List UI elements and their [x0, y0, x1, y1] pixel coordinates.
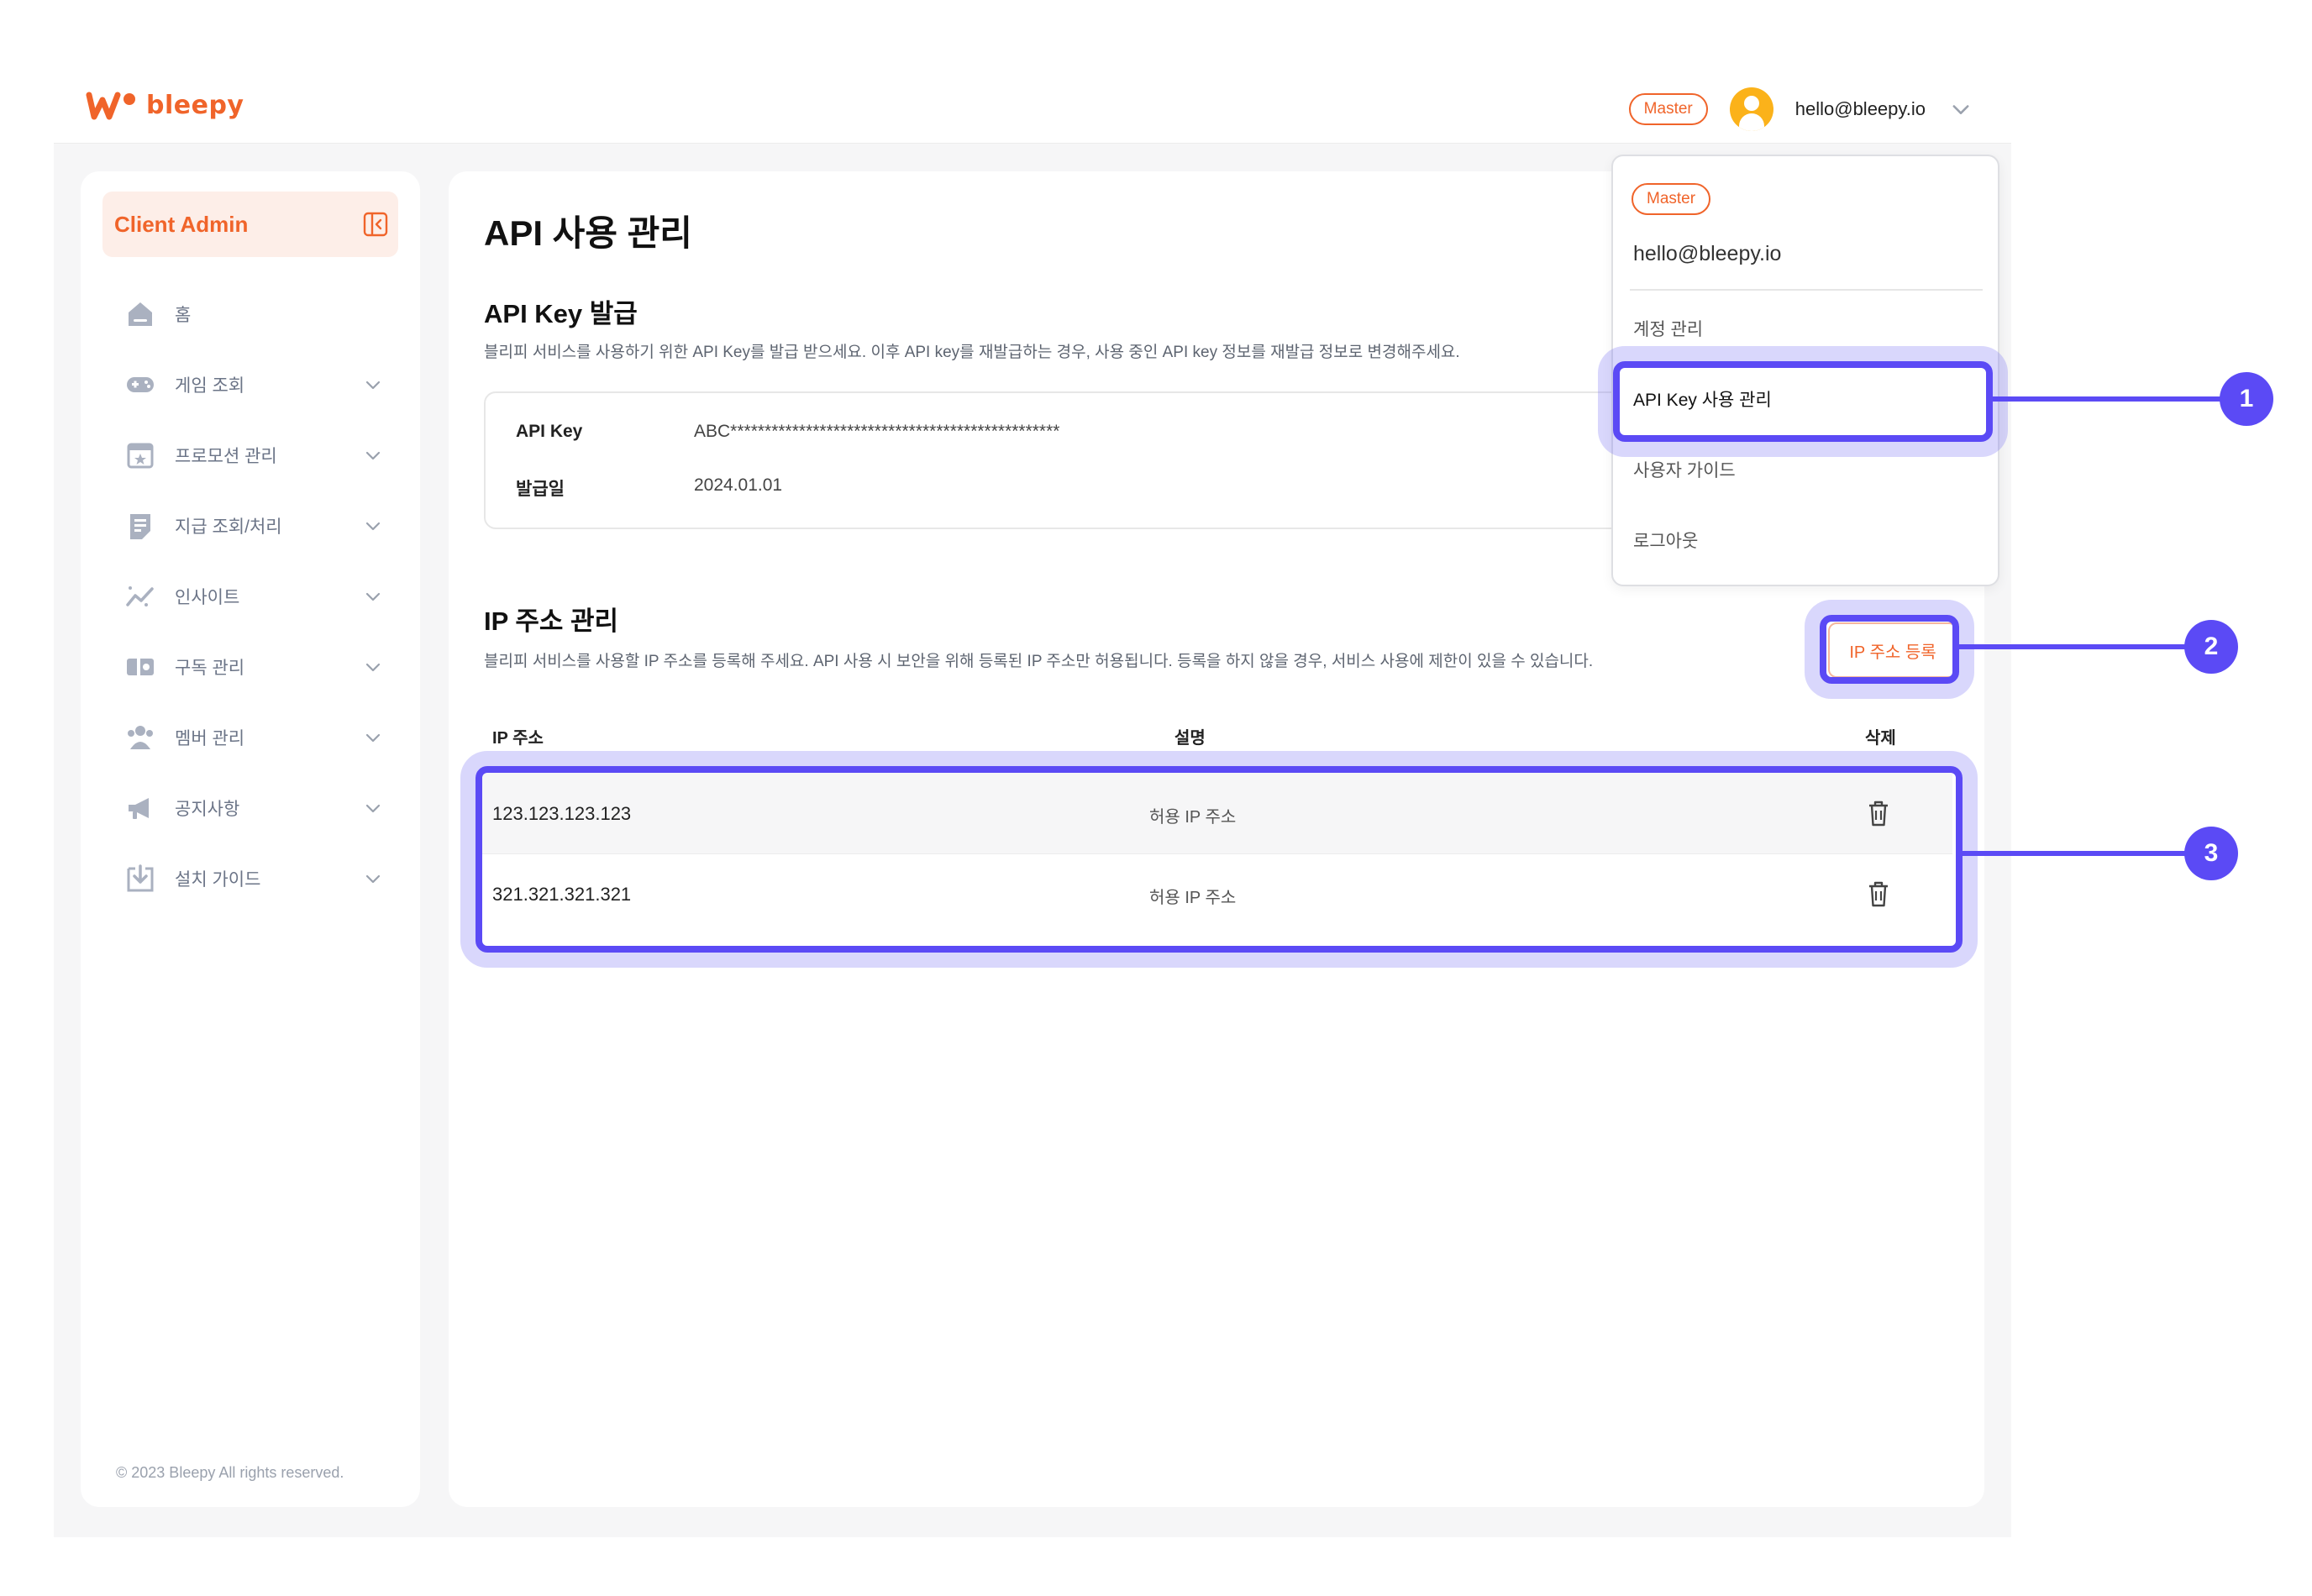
account-email[interactable]: hello@bleepy.io — [1795, 98, 1926, 120]
api-key-label: API Key — [516, 422, 583, 441]
sidebar-item-subscriptions[interactable]: 구독 관리 — [124, 632, 393, 702]
bleepy-logo[interactable]: bleepy — [86, 91, 244, 120]
column-header-ip: IP 주소 — [492, 729, 544, 748]
install-download-icon — [124, 863, 156, 895]
dropdown-role-badge: Master — [1632, 183, 1711, 215]
callout-badge-3: 3 — [2184, 827, 2238, 880]
promotion-calendar-icon — [124, 439, 156, 471]
role-badge: Master — [1628, 93, 1708, 125]
api-key-section-description: 블리피 서비스를 사용하기 위한 API Key를 발급 받으세요. 이후 AP… — [484, 344, 1460, 361]
sidebar-item-label: 구독 관리 — [175, 659, 245, 678]
home-icon — [124, 298, 156, 330]
client-admin-header: Client Admin — [102, 192, 398, 257]
sidebar-item-label: 프로모션 관리 — [175, 447, 277, 466]
sidebar-item-insights[interactable]: 인사이트 — [124, 561, 393, 632]
insight-chart-icon — [124, 580, 156, 612]
sidebar-item-install-guide[interactable]: 설치 가이드 — [124, 843, 393, 914]
menu-item-logout[interactable]: 로그아웃 — [1633, 528, 1698, 553]
sidebar-nav: 홈 게임 조회 프로모션 관리 지급 조회/처리 인사이트 구독 관리 멤버 관… — [124, 279, 393, 914]
highlight-ip-table — [476, 766, 1963, 953]
gamepad-icon — [124, 369, 156, 401]
logo-wordmark: bleepy — [146, 91, 244, 120]
sidebar-item-promotions[interactable]: 프로모션 관리 — [124, 420, 393, 491]
sidebar-item-games[interactable]: 게임 조회 — [124, 349, 393, 420]
api-key-section-title: API Key 발급 — [484, 299, 638, 328]
chevron-down-icon[interactable] — [363, 727, 383, 748]
chevron-down-icon[interactable] — [363, 375, 383, 395]
ip-section-title: IP 주소 관리 — [484, 606, 619, 636]
chevron-down-icon[interactable] — [363, 869, 383, 889]
page-title: API 사용 관리 — [484, 213, 692, 253]
chevron-down-icon[interactable] — [363, 445, 383, 465]
client-admin-title: Client Admin — [114, 212, 249, 237]
issue-date-label: 발급일 — [516, 480, 565, 499]
api-key-value: ABC*************************************… — [694, 422, 1060, 441]
sidebar-item-label: 게임 조회 — [175, 376, 245, 396]
megaphone-icon — [124, 792, 156, 824]
chevron-down-icon[interactable] — [363, 516, 383, 536]
sidebar-item-home[interactable]: 홈 — [124, 279, 393, 349]
sidebar-item-members[interactable]: 멤버 관리 — [124, 702, 393, 773]
callout-line-3 — [1963, 851, 2188, 856]
ip-section-description: 블리피 서비스를 사용할 IP 주소를 등록해 주세요. API 사용 시 보안… — [484, 653, 1594, 670]
account-area: Master hello@bleepy.io — [1628, 87, 1973, 131]
sidebar-item-label: 설치 가이드 — [175, 870, 261, 890]
highlight-api-key-menu-item — [1613, 361, 1993, 442]
column-header-description: 설명 — [1174, 729, 1206, 748]
dropdown-email: hello@bleepy.io — [1633, 242, 1782, 265]
avatar[interactable] — [1729, 87, 1773, 131]
callout-badge-1: 1 — [2220, 372, 2273, 426]
chevron-down-icon[interactable] — [363, 798, 383, 818]
sidebar-item-label: 홈 — [175, 306, 192, 325]
sidebar-item-label: 지급 조회/처리 — [175, 517, 282, 537]
menu-item-account-settings[interactable]: 계정 관리 — [1633, 316, 1703, 341]
highlight-ip-register-button — [1820, 615, 1959, 684]
sidebar-collapse-icon[interactable] — [363, 212, 388, 237]
sidebar-item-payouts[interactable]: 지급 조회/처리 — [124, 491, 393, 561]
top-bar: bleepy Master hello@bleepy.io — [54, 69, 2011, 144]
copyright-text: © 2023 Bleepy All rights reserved. — [116, 1464, 344, 1481]
sidebar-item-label: 공지사항 — [175, 800, 240, 819]
api-key-info-box: API Key ABC*****************************… — [484, 391, 1697, 529]
callout-line-1 — [1993, 396, 2223, 402]
callout-badge-2: 2 — [2184, 620, 2238, 674]
callout-line-2 — [1959, 644, 2188, 649]
sidebar-item-label: 멤버 관리 — [175, 729, 245, 748]
issue-date-value: 2024.01.01 — [694, 475, 783, 495]
dropdown-divider — [1630, 289, 1983, 291]
column-header-delete: 삭제 — [1865, 729, 1896, 748]
chevron-down-icon[interactable] — [363, 657, 383, 677]
chevron-down-icon[interactable] — [363, 586, 383, 606]
sidebar-item-notices[interactable]: 공지사항 — [124, 773, 393, 843]
payout-document-icon — [124, 510, 156, 542]
chevron-down-icon[interactable] — [1949, 97, 1973, 121]
sidebar: Client Admin 홈 게임 조회 프로모션 관리 지급 조회/처리 인사… — [81, 171, 420, 1507]
members-icon — [124, 722, 156, 753]
menu-item-user-guide[interactable]: 사용자 가이드 — [1633, 457, 1736, 482]
sidebar-item-label: 인사이트 — [175, 588, 240, 607]
subscription-icon — [124, 651, 156, 683]
bleepy-logo-icon — [86, 92, 135, 119]
